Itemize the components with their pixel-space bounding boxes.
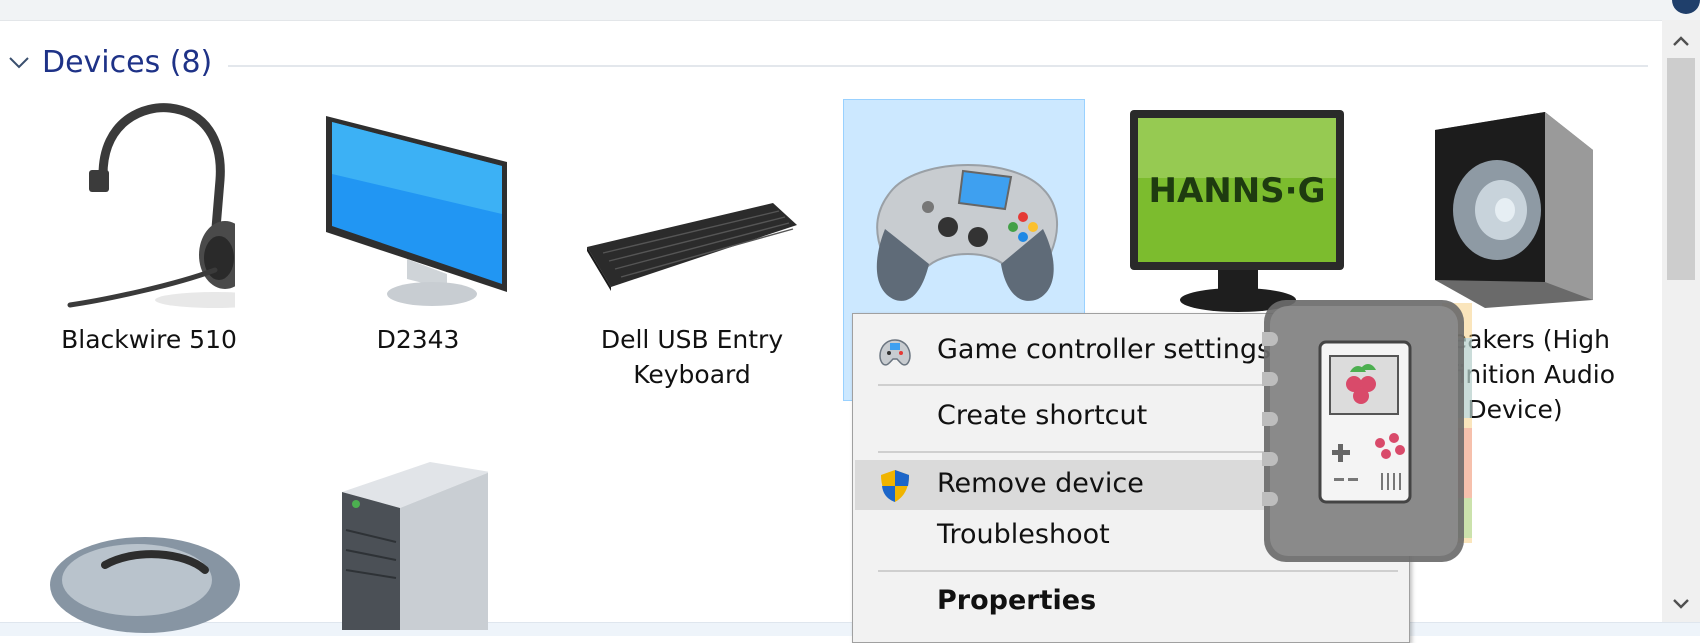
- device-mouse[interactable]: [45, 460, 253, 635]
- chevron-up-icon: [1673, 36, 1689, 46]
- headset-icon: [67, 103, 235, 308]
- mouse-icon: [50, 537, 240, 633]
- device-label: Dell USB Entry Keyboard: [600, 325, 784, 389]
- menu-item-label: Create shortcut: [937, 400, 1148, 431]
- device-computer[interactable]: [314, 460, 522, 635]
- gameboy-icon: [1252, 300, 1472, 562]
- keyboard-icon: [587, 203, 797, 291]
- group-divider: [228, 65, 1648, 67]
- gamepad-icon: [879, 339, 911, 366]
- monitor-icon: [326, 116, 507, 306]
- device-headset[interactable]: Blackwire 510: [45, 100, 253, 400]
- vertical-scrollbar[interactable]: [1662, 20, 1700, 622]
- handheld-emulator-overlay: [1252, 298, 1474, 568]
- chevron-down-icon[interactable]: [8, 56, 30, 70]
- menu-item-properties[interactable]: Properties: [855, 577, 1407, 627]
- computer-tower-icon: [342, 462, 488, 630]
- status-bar: [0, 622, 1700, 636]
- group-title: Devices (8): [42, 45, 213, 80]
- scroll-down-button[interactable]: [1662, 585, 1700, 623]
- device-keyboard[interactable]: Dell USB Entry Keyboard: [583, 100, 801, 400]
- device-label: Blackwire 510: [61, 325, 237, 354]
- help-icon[interactable]: [1672, 0, 1700, 14]
- menu-item-label: Troubleshoot: [937, 519, 1110, 550]
- scroll-up-button[interactable]: [1662, 22, 1700, 60]
- speaker-icon: [1435, 112, 1593, 308]
- scroll-thumb[interactable]: [1667, 58, 1695, 280]
- chevron-down-icon: [1673, 599, 1689, 609]
- uac-shield-icon: [881, 470, 909, 502]
- menu-item-label: Remove device: [937, 468, 1144, 499]
- devices-group-header[interactable]: Devices (8): [0, 40, 1650, 90]
- menu-separator: [878, 570, 1398, 572]
- monitor-brand-logo: HANNS·G: [1149, 171, 1326, 211]
- menu-item-label: Game controller settings: [937, 334, 1272, 365]
- monitor-icon: HANNS·G: [1130, 110, 1344, 312]
- window-top-bar: [0, 0, 1700, 21]
- device-label: D2343: [376, 325, 460, 354]
- device-monitor-d2343[interactable]: D2343: [314, 100, 522, 400]
- gamepad-icon: [876, 164, 1059, 301]
- menu-item-label: Properties: [937, 585, 1097, 616]
